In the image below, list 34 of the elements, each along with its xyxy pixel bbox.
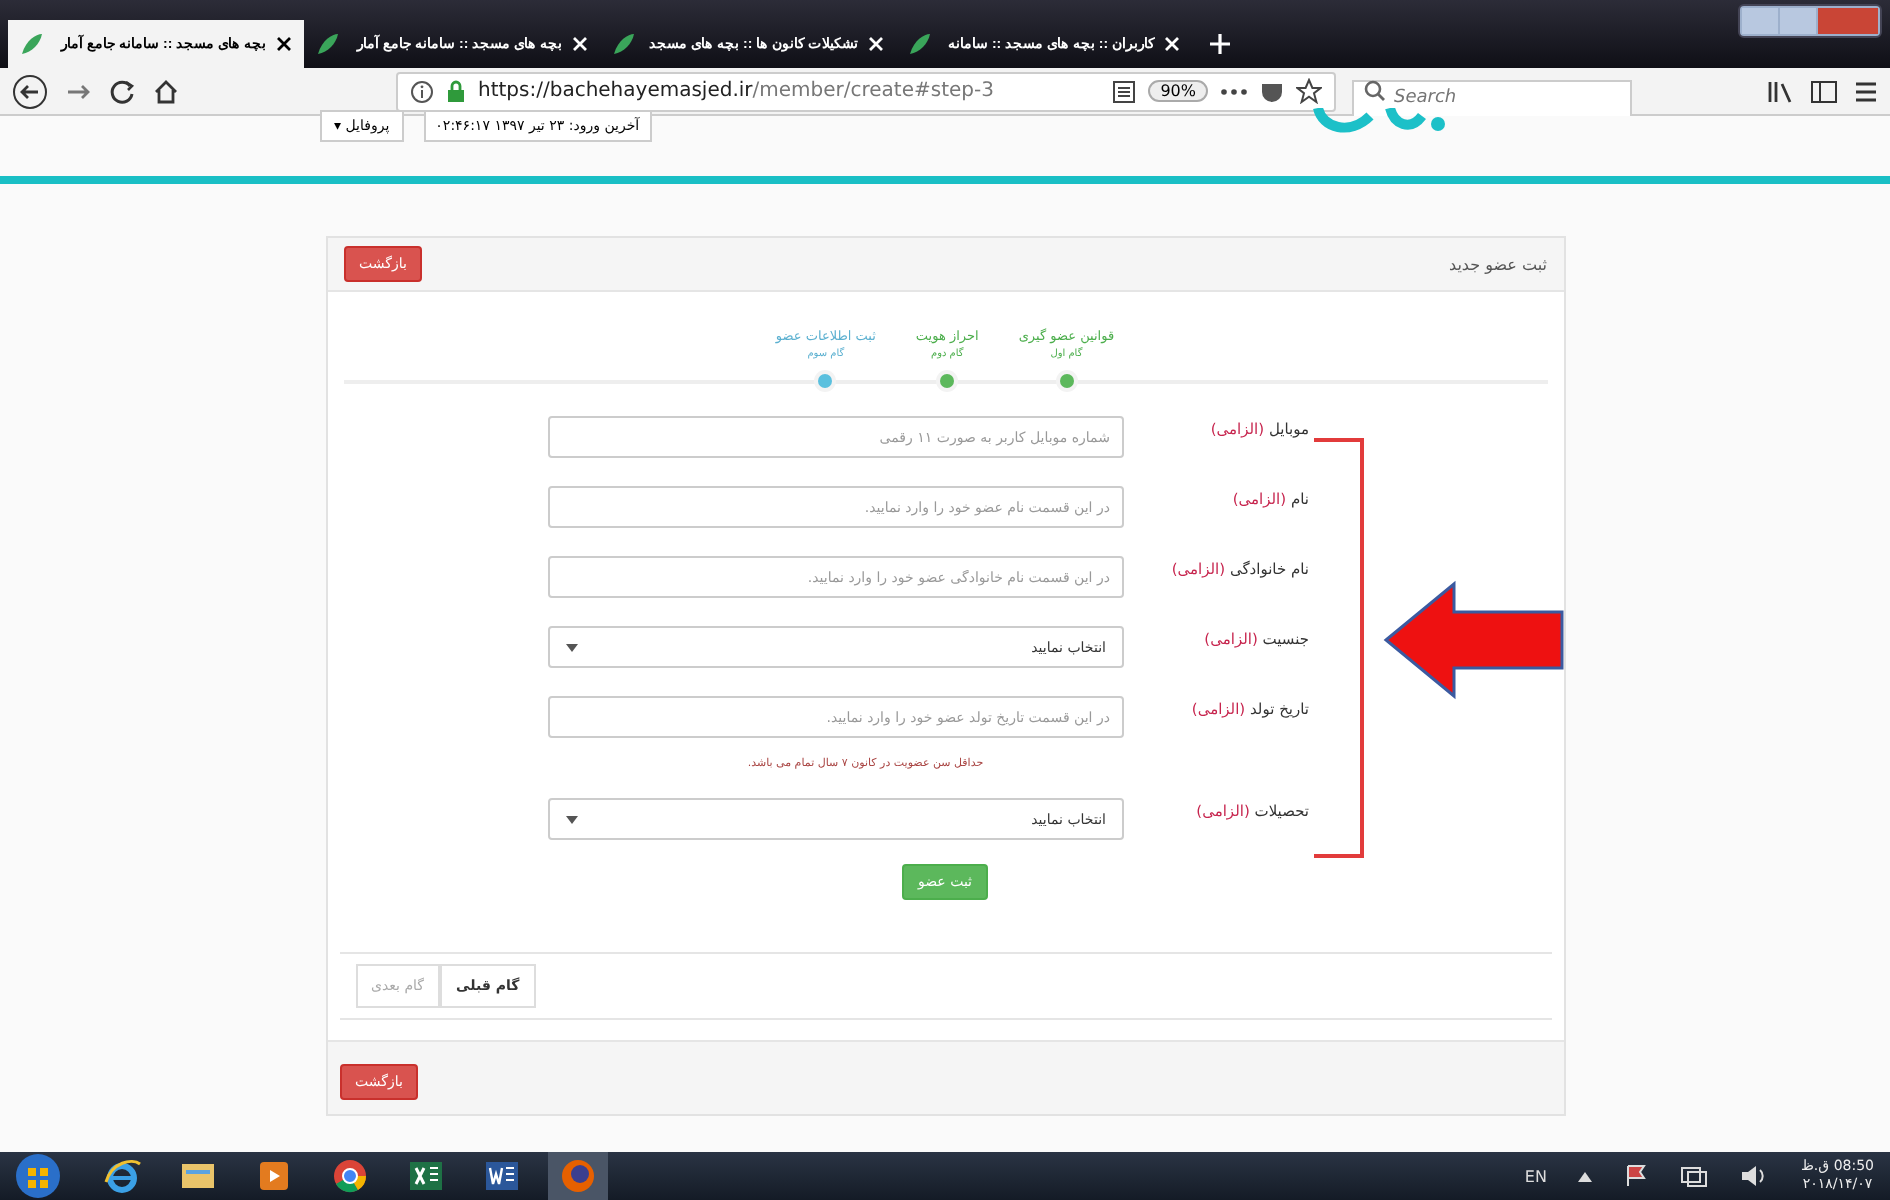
sidebar-icon[interactable]	[1810, 79, 1838, 103]
chrome-browser-icon[interactable]	[328, 1154, 372, 1198]
caret-icon	[565, 643, 577, 651]
window-controls[interactable]	[1738, 4, 1882, 38]
menu-icon[interactable]	[1854, 79, 1878, 103]
zoom-level[interactable]: 90%	[1148, 80, 1208, 102]
close-icon[interactable]	[276, 36, 292, 52]
caret-icon[interactable]	[1578, 1171, 1593, 1181]
star-icon[interactable]	[1296, 78, 1322, 104]
info-icon	[410, 79, 434, 103]
language-indicator[interactable]: EN	[1524, 1167, 1547, 1185]
leaf-icon	[612, 32, 636, 56]
reload-icon[interactable]	[108, 77, 136, 105]
network-icon[interactable]	[1680, 1164, 1709, 1188]
card-title: ثبت عضو جدید	[1449, 255, 1547, 273]
new-tab-icon[interactable]	[1208, 32, 1232, 56]
volume-icon[interactable]	[1740, 1164, 1769, 1188]
lock-icon	[446, 79, 466, 103]
browser-icon[interactable]	[100, 1154, 144, 1198]
leaf-icon	[908, 32, 932, 56]
back-icon[interactable]	[12, 73, 48, 109]
reader-icon[interactable]	[1112, 79, 1137, 103]
more-icon[interactable]	[1220, 87, 1248, 95]
address-field[interactable]: https://bachehayemasjed.ir/member/create#step-3 90%	[396, 71, 1336, 111]
shield-icon[interactable]	[1260, 79, 1284, 103]
search-field[interactable]: Search	[1352, 79, 1632, 117]
flag-icon[interactable]	[1624, 1164, 1649, 1188]
search-icon	[1364, 80, 1386, 102]
home-icon[interactable]	[152, 77, 180, 105]
start-icon[interactable]	[12, 1152, 64, 1200]
caret-icon	[565, 815, 577, 823]
leaf-icon	[316, 32, 340, 56]
library-icon[interactable]	[1766, 79, 1794, 103]
leaf-icon	[20, 32, 44, 56]
